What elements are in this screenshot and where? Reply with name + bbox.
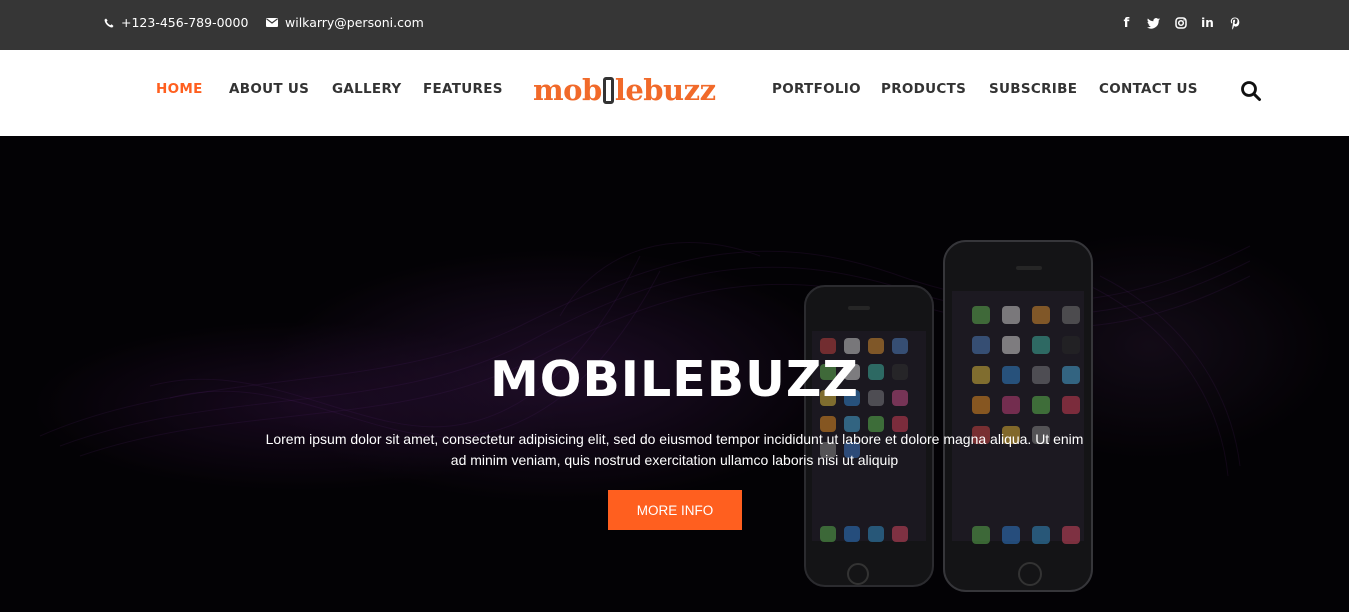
logo-phone-icon	[602, 76, 614, 104]
main-navbar: HOME ABOUT US GALLERY FEATURES mob lebuz…	[0, 50, 1349, 136]
email-contact[interactable]: wilkarry@personi.com	[266, 15, 424, 30]
more-info-button[interactable]: MORE INFO	[608, 490, 742, 530]
hero-banner: MOBILEBUZZ Lorem ipsum dolor sit amet, c…	[0, 136, 1349, 612]
envelope-icon	[266, 18, 278, 27]
nav-portfolio[interactable]: PORTFOLIO	[772, 81, 861, 97]
nav-about-us[interactable]: ABOUT US	[229, 81, 309, 97]
linkedin-icon[interactable]: in	[1201, 14, 1214, 32]
pinterest-icon[interactable]	[1228, 14, 1241, 32]
social-links: f in	[1120, 14, 1241, 32]
instagram-icon[interactable]	[1174, 14, 1187, 32]
search-icon[interactable]	[1240, 80, 1262, 102]
nav-subscribe[interactable]: SUBSCRIBE	[989, 81, 1077, 97]
nav-gallery[interactable]: GALLERY	[332, 81, 402, 97]
phone-number: +123-456-789-0000	[121, 15, 249, 30]
hero-description: Lorem ipsum dolor sit amet, consectetur …	[210, 429, 1139, 471]
hero-title: MOBILEBUZZ	[490, 351, 859, 408]
email-address: wilkarry@personi.com	[285, 15, 424, 30]
nav-features[interactable]: FEATURES	[423, 81, 503, 97]
logo-text-left: mob	[533, 73, 602, 107]
nav-contact-us[interactable]: CONTACT US	[1099, 81, 1198, 97]
nav-home[interactable]: HOME	[156, 81, 203, 97]
top-contact-bar: +123-456-789-0000 wilkarry@personi.com f…	[0, 0, 1349, 50]
nav-products[interactable]: PRODUCTS	[881, 81, 966, 97]
hero-description-line-1: Lorem ipsum dolor sit amet, consectetur …	[265, 431, 1084, 447]
logo-text-right: lebuzz	[614, 73, 716, 107]
hero-description-line-2: ad minim veniam, quis nostrud exercitati…	[450, 452, 899, 468]
phone-contact[interactable]: +123-456-789-0000	[104, 15, 248, 30]
twitter-icon[interactable]	[1147, 14, 1160, 32]
site-logo[interactable]: mob lebuzz	[533, 73, 716, 107]
facebook-icon[interactable]: f	[1120, 14, 1133, 32]
phone-icon	[104, 18, 114, 27]
